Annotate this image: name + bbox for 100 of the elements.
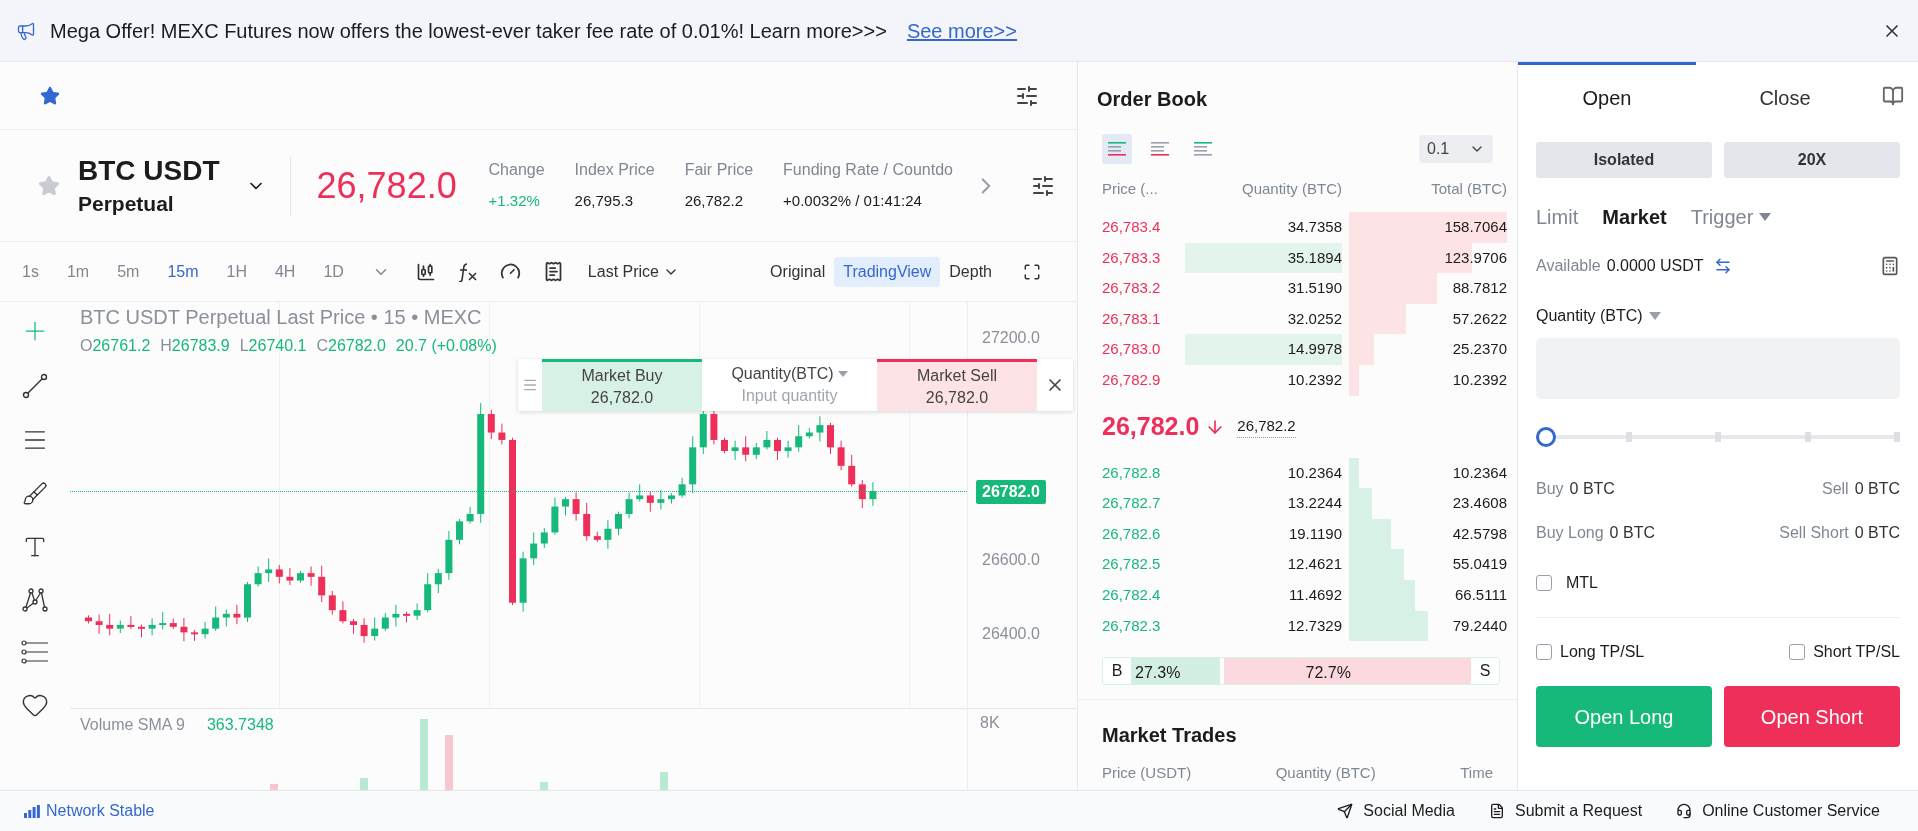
settings-icon[interactable] bbox=[1015, 83, 1039, 108]
fullscreen-icon[interactable] bbox=[1023, 262, 1041, 281]
order-type-tab[interactable]: Market bbox=[1602, 202, 1667, 232]
order-price: 26,782.3 bbox=[1102, 615, 1162, 636]
info-label: Buy bbox=[1536, 479, 1564, 499]
candle bbox=[530, 531, 538, 566]
available-label: Available bbox=[1536, 256, 1601, 276]
candle bbox=[201, 621, 209, 640]
column-header: Price (USDT) bbox=[1102, 763, 1192, 784]
market-buy-button[interactable]: Market Buy 26,782.0 bbox=[542, 359, 702, 411]
mark-price: 26,782.2 bbox=[1237, 414, 1296, 439]
volume-bar bbox=[270, 784, 278, 790]
price-type-dropdown[interactable]: Last Price bbox=[587, 259, 679, 284]
quantity-input[interactable]: Input quantity bbox=[714, 385, 865, 407]
last-price-tag: 26782.0 bbox=[976, 480, 1046, 504]
order-type-tab[interactable]: Trigger bbox=[1690, 202, 1772, 232]
chart-view-tab[interactable]: Depth bbox=[940, 256, 1001, 287]
order-total: 25.2370 bbox=[1452, 339, 1507, 360]
pattern-icon[interactable] bbox=[22, 587, 48, 613]
quantity-unit-selector[interactable]: Quantity (BTC) bbox=[1536, 304, 1900, 328]
footer-link[interactable]: Social Media bbox=[1337, 799, 1455, 823]
footer-link[interactable]: Submit a Request bbox=[1488, 799, 1643, 823]
timeframe-tab[interactable]: 1m bbox=[66, 259, 90, 284]
candle bbox=[95, 614, 103, 635]
order-total: 55.0419 bbox=[1452, 554, 1507, 575]
checkbox[interactable] bbox=[1536, 644, 1552, 660]
star-icon[interactable] bbox=[40, 85, 60, 106]
candle bbox=[286, 567, 294, 586]
candle bbox=[752, 442, 760, 460]
candle bbox=[668, 492, 675, 505]
ohlc-label: H bbox=[160, 336, 172, 356]
brush-icon[interactable] bbox=[22, 481, 48, 507]
drag-handle-icon[interactable] bbox=[522, 377, 538, 393]
info-label: Sell bbox=[1821, 479, 1849, 499]
candle bbox=[159, 611, 167, 630]
layout-toggle[interactable] bbox=[1102, 134, 1132, 164]
column-header: Quantity (BTC) bbox=[1275, 763, 1376, 784]
margin-mode-button[interactable]: Isolated bbox=[1536, 142, 1712, 178]
precision-dropdown[interactable]: 0.1 bbox=[1419, 135, 1493, 163]
see-more-link[interactable]: See more>> bbox=[906, 15, 1017, 46]
favorite-star-icon[interactable] bbox=[38, 174, 60, 197]
stat-value: +1.32% bbox=[488, 191, 541, 212]
candle bbox=[466, 506, 474, 525]
leverage-button[interactable]: 20X bbox=[1724, 142, 1900, 178]
volume-bar bbox=[445, 735, 453, 790]
candle bbox=[837, 440, 845, 471]
candle bbox=[318, 565, 326, 603]
timeframe-tab[interactable]: 1s bbox=[22, 259, 39, 284]
candle bbox=[233, 604, 241, 625]
order-type-tab[interactable]: Limit bbox=[1536, 202, 1579, 232]
order-price: 26,782.5 bbox=[1102, 554, 1162, 575]
trade-tab[interactable]: Open bbox=[1518, 62, 1696, 130]
order-book-layout-icon bbox=[1151, 142, 1169, 156]
candlestick-icon[interactable] bbox=[415, 261, 436, 282]
candle bbox=[138, 624, 145, 638]
order-quantity: 12.4621 bbox=[1286, 554, 1342, 575]
timeframe-tab[interactable]: 15m bbox=[167, 259, 199, 284]
panel-title: Market Trades bbox=[1102, 723, 1238, 749]
volume-bar bbox=[420, 719, 428, 790]
function-icon[interactable] bbox=[457, 261, 478, 282]
checkbox[interactable] bbox=[1789, 644, 1806, 660]
candle bbox=[657, 489, 665, 510]
caret-icon bbox=[1648, 312, 1661, 320]
signal-icon bbox=[24, 804, 40, 818]
volume-axis-label: 8K bbox=[980, 713, 1001, 733]
stat-label: Change bbox=[488, 160, 545, 181]
candle bbox=[784, 440, 792, 459]
network-status: Network Stable bbox=[46, 801, 155, 821]
open-short-button[interactable]: Open Short bbox=[1724, 686, 1900, 747]
footer-link[interactable]: Online Customer Service bbox=[1676, 799, 1880, 823]
slider-thumb[interactable] bbox=[1536, 427, 1556, 447]
trade-tab[interactable]: Close bbox=[1696, 62, 1874, 130]
info-value: 0 BTC bbox=[1854, 479, 1900, 499]
chart-view-tab[interactable]: TradingView bbox=[834, 256, 941, 287]
quantity-selector[interactable]: Quantity(BTC) bbox=[731, 363, 848, 385]
timeframe-tab[interactable]: 1D bbox=[323, 259, 344, 284]
transfer-icon[interactable] bbox=[1713, 257, 1732, 275]
candle bbox=[222, 608, 230, 627]
book-icon[interactable] bbox=[1882, 85, 1904, 107]
order-quantity: 10.2364 bbox=[1286, 462, 1342, 483]
timeframe-tab[interactable]: 4H bbox=[274, 259, 296, 284]
column-header: Quantity (BTC) bbox=[1240, 178, 1342, 199]
calculator-icon[interactable] bbox=[1880, 256, 1900, 276]
checkbox[interactable] bbox=[1536, 575, 1552, 591]
order-total: 42.5798 bbox=[1452, 523, 1507, 544]
chart-view-tab[interactable]: Original bbox=[761, 256, 835, 287]
stat-label: Funding Rate / Countdo bbox=[783, 160, 953, 181]
market-sell-button[interactable]: Market Sell 26,782.0 bbox=[877, 359, 1037, 411]
order-quantity: 11.4692 bbox=[1287, 585, 1342, 605]
ohlc-change: 20.7 (+0.08%) bbox=[395, 336, 497, 356]
fib-levels-icon[interactable] bbox=[21, 640, 49, 664]
settings-icon[interactable] bbox=[1031, 173, 1055, 198]
order-price: 26,782.9 bbox=[1102, 370, 1162, 390]
timeframe-tab[interactable]: 5m bbox=[117, 259, 140, 284]
timeframe-tab[interactable]: 1H bbox=[226, 259, 247, 284]
trend-line-icon[interactable] bbox=[22, 373, 48, 399]
slider-tick bbox=[1894, 432, 1900, 442]
candle bbox=[540, 527, 548, 549]
candle bbox=[148, 617, 156, 636]
order-price: 26,782.8 bbox=[1102, 462, 1162, 483]
